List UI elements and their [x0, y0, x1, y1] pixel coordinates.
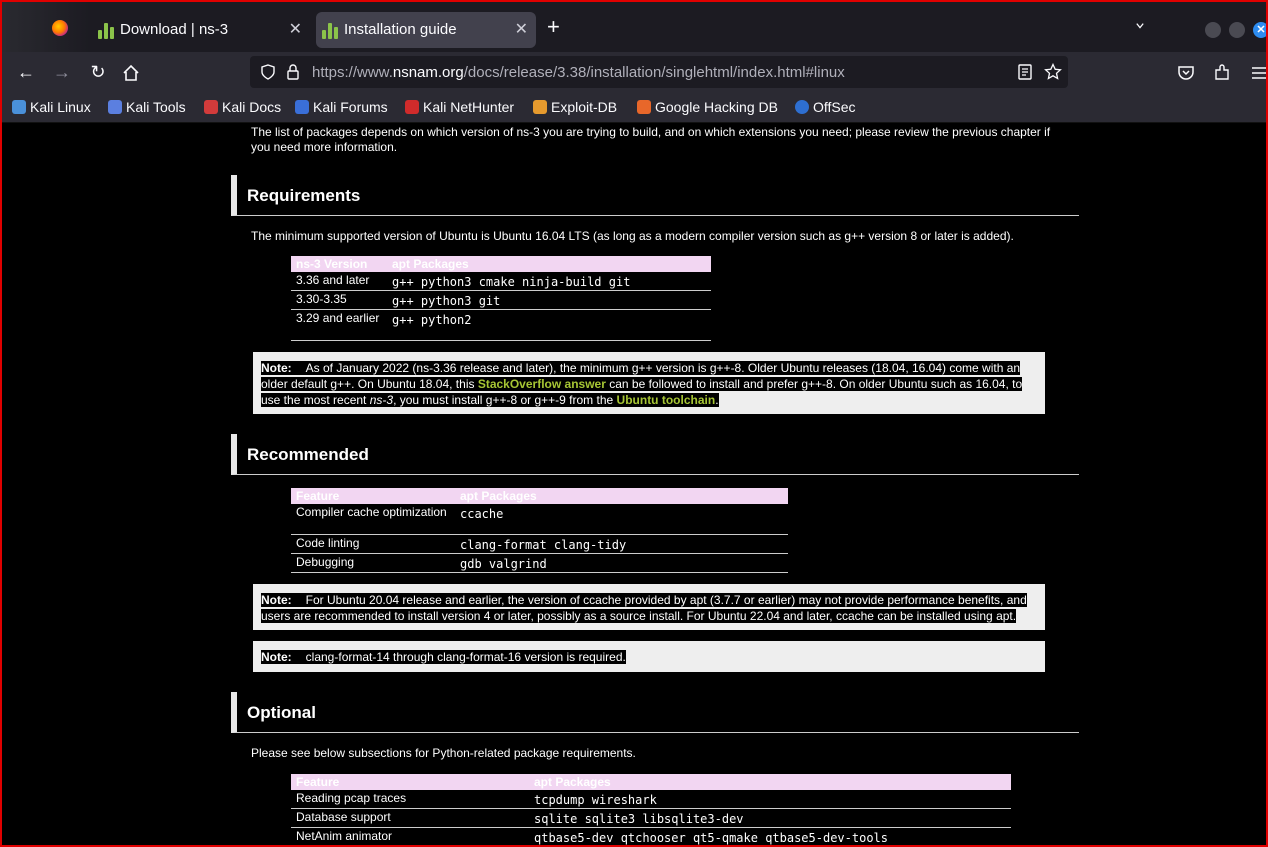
- extensions-icon[interactable]: [1213, 64, 1231, 82]
- kali-tools-icon: [108, 100, 122, 114]
- table-header: apt Packages: [387, 256, 711, 272]
- bookmark-kali-docs[interactable]: Kali Docs: [204, 99, 281, 115]
- offsec-icon: [795, 100, 809, 114]
- note-box-clang-format: Note: clang-format-14 through clang-forma…: [253, 641, 1045, 672]
- bookmark-kali-tools[interactable]: Kali Tools: [108, 99, 186, 115]
- requirements-paragraph: The minimum supported version of Ubuntu …: [251, 229, 1014, 243]
- kali-docs-icon: [204, 100, 218, 114]
- section-heading-requirements: Requirements: [231, 175, 1079, 216]
- exploit-db-icon: [533, 100, 547, 114]
- tab-strip: Download | ns-3 ✕ Installation guide ✕ +…: [2, 2, 1266, 52]
- tab-title: Installation guide: [344, 21, 457, 38]
- kali-dragon-icon: [12, 100, 26, 114]
- firefox-logo-icon[interactable]: [52, 20, 68, 36]
- bookmarks-toolbar: Kali Linux Kali Tools Kali Docs Kali For…: [2, 92, 1266, 123]
- close-window-icon[interactable]: ✕: [1253, 22, 1266, 38]
- tab-installation-guide[interactable]: Installation guide ✕: [316, 12, 536, 48]
- stackoverflow-answer-link[interactable]: StackOverflow answer: [478, 377, 606, 391]
- bookmark-kali-linux[interactable]: Kali Linux: [12, 99, 91, 115]
- kali-forums-icon: [295, 100, 309, 114]
- bookmark-kali-nethunter[interactable]: Kali NetHunter: [405, 99, 514, 115]
- menu-hamburger-icon[interactable]: [1250, 64, 1268, 82]
- minimize-window-icon[interactable]: [1205, 22, 1221, 38]
- section-heading-recommended: Recommended: [231, 434, 1079, 475]
- table-row: 3.29 and earlier g++ python2: [291, 309, 711, 341]
- close-tab-icon[interactable]: ✕: [515, 19, 528, 39]
- note-box-gcc: Note: As of January 2022 (ns-3.36 release…: [253, 352, 1045, 414]
- table-header: apt Packages: [529, 774, 1011, 790]
- section-heading-optional: Optional: [231, 692, 1079, 733]
- ghdb-icon: [637, 100, 651, 114]
- bookmark-kali-forums[interactable]: Kali Forums: [295, 99, 388, 115]
- table-row: Reading pcap traces tcpdump wireshark: [291, 790, 1011, 809]
- page-content: The list of packages depends on which ve…: [2, 123, 1266, 845]
- back-icon[interactable]: ←: [14, 60, 38, 84]
- table-row: 3.30-3.35 g++ python3 git: [291, 290, 711, 310]
- forward-icon[interactable]: →: [50, 60, 74, 84]
- table-row: Database support sqlite sqlite3 libsqlit…: [291, 808, 1011, 828]
- close-tab-icon[interactable]: ✕: [289, 19, 302, 39]
- reader-view-icon[interactable]: [1018, 64, 1032, 80]
- note-box-ccache: Note: For Ubuntu 20.04 release and earlie…: [253, 584, 1045, 630]
- home-icon[interactable]: [122, 64, 140, 82]
- table-row: Debugging gdb valgrind: [291, 553, 788, 573]
- list-all-tabs-icon[interactable]: [1134, 22, 1146, 30]
- desktop-wallpaper-strip: [2, 2, 90, 52]
- bookmark-star-icon[interactable]: [1044, 63, 1062, 81]
- lock-icon[interactable]: [286, 64, 300, 80]
- nsnam-favicon-icon: [322, 23, 338, 39]
- reload-icon[interactable]: ↻: [86, 60, 110, 84]
- table-row: Code linting clang-format clang-tidy: [291, 534, 788, 554]
- maximize-window-icon[interactable]: [1229, 22, 1245, 38]
- tab-title: Download | ns-3: [120, 21, 229, 38]
- table-header: Feature: [291, 488, 455, 504]
- url-text[interactable]: https://www.nsnam.org/docs/release/3.38/…: [312, 64, 845, 81]
- recommended-table: Feature apt Packages Compiler cache opti…: [291, 488, 788, 573]
- bookmark-exploit-db[interactable]: Exploit-DB: [533, 99, 617, 115]
- bookmark-google-hacking-db[interactable]: Google Hacking DB: [637, 99, 778, 115]
- new-tab-icon[interactable]: +: [547, 16, 560, 38]
- bookmark-offsec[interactable]: OffSec: [795, 99, 856, 115]
- table-header: apt Packages: [455, 488, 788, 504]
- address-bar[interactable]: https://www.nsnam.org/docs/release/3.38/…: [250, 56, 1068, 88]
- table-row: Compiler cache optimization ccache: [291, 504, 788, 535]
- nethunter-icon: [405, 100, 419, 114]
- tracking-protection-shield-icon[interactable]: [260, 64, 276, 80]
- optional-paragraph: Please see below subsections for Python-…: [251, 746, 636, 760]
- table-header: Feature: [291, 774, 529, 790]
- nsnam-favicon-icon: [98, 23, 114, 39]
- browser-window: Download | ns-3 ✕ Installation guide ✕ +…: [0, 0, 1268, 847]
- requirements-table: ns-3 Version apt Packages 3.36 and later…: [291, 256, 711, 341]
- navigation-toolbar: ← → ↻ https://www.nsnam.org/docs/release…: [2, 52, 1266, 92]
- pocket-icon[interactable]: [1177, 64, 1195, 82]
- ubuntu-toolchain-link[interactable]: Ubuntu toolchain: [617, 393, 716, 407]
- table-row: NetAnim animator qtbase5-dev qtchooser q…: [291, 827, 1011, 845]
- table-header: ns-3 Version: [291, 256, 387, 272]
- tab-download-ns3[interactable]: Download | ns-3 ✕: [92, 12, 310, 48]
- optional-table: Feature apt Packages Reading pcap traces…: [291, 774, 1011, 845]
- intro-paragraph: The list of packages depends on which ve…: [251, 125, 1051, 154]
- table-row: 3.36 and later g++ python3 cmake ninja-b…: [291, 272, 711, 291]
